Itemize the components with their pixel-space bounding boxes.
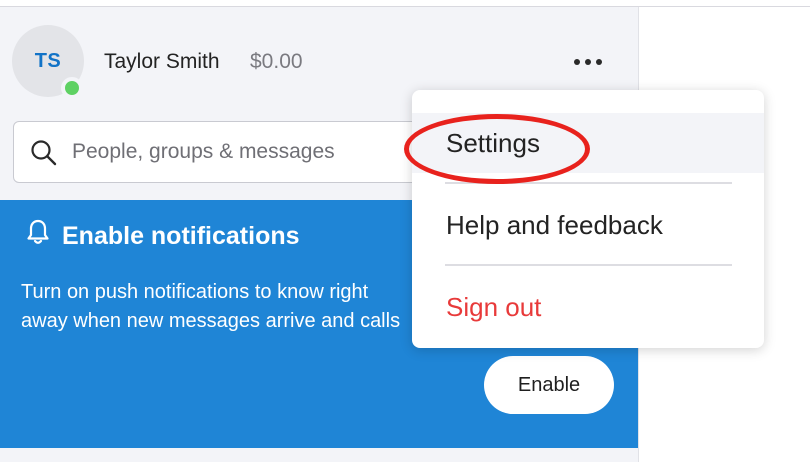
menu-divider [445,264,732,266]
menu-item-help-feedback[interactable]: Help and feedback [412,195,764,255]
menu-item-sign-out[interactable]: Sign out [412,277,764,337]
more-options-button[interactable] [566,47,610,77]
user-name[interactable]: Taylor Smith [104,50,220,74]
search-icon [31,140,57,166]
banner-title: Enable notifications [62,222,300,250]
menu-item-settings[interactable]: Settings [412,113,764,173]
avatar-initials: TS [34,49,62,72]
user-credit[interactable]: $0.00 [250,50,303,74]
banner-body: Turn on push notifications to know right… [21,281,401,340]
bell-icon [27,219,49,244]
more-options-icon [574,59,580,65]
top-border [0,0,810,7]
enable-notifications-button[interactable]: Enable [484,356,614,414]
presence-status-dot [61,77,83,99]
menu-divider [445,182,732,184]
more-options-icon-dot [585,59,591,65]
more-options-menu: Settings Help and feedback Sign out [412,90,764,348]
more-options-icon-dot [596,59,602,65]
search-input[interactable] [72,134,442,170]
search-box[interactable] [13,121,453,183]
